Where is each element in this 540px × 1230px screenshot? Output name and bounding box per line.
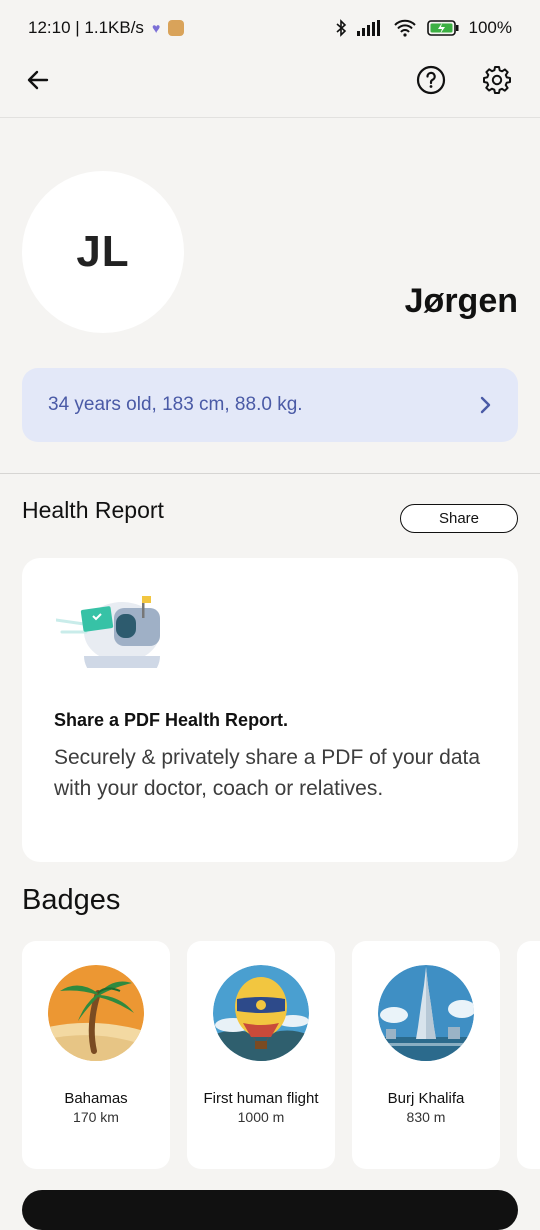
badge-value: 830 m (406, 1109, 446, 1125)
mailbox-illustration-icon (56, 596, 160, 668)
report-card-description: Securely & privately share a PDF of your… (54, 746, 481, 800)
back-button[interactable] (18, 60, 58, 100)
battery-percent: 100% (468, 18, 512, 37)
report-card-title: Share a PDF Health Report. (54, 710, 289, 730)
badge-name: First human flight (203, 1090, 319, 1107)
settings-button[interactable] (477, 60, 517, 100)
badge-value: 1000 m (237, 1109, 285, 1125)
profile-stats-button[interactable]: 34 years old, 183 cm, 88.0 kg. (22, 368, 518, 442)
wifi-icon (393, 19, 416, 37)
status-bar: 12:10 | 1.1KB/s ♥ 100% (0, 0, 540, 56)
app-icon (168, 20, 185, 36)
user-name: Jørgen (404, 282, 518, 320)
palm-tree-badge-icon (48, 965, 144, 1061)
signal-icon (356, 20, 380, 36)
health-report-card[interactable]: Share a PDF Health Report. Securely & pr… (22, 558, 518, 862)
avatar-initials: JL (76, 227, 130, 276)
help-button[interactable] (411, 60, 451, 100)
battery-icon (426, 20, 459, 36)
chevron-right-icon (480, 396, 491, 414)
arrow-left-icon (27, 70, 49, 90)
badge-card-burj-khalifa[interactable]: Burj Khalifa 830 m (352, 941, 500, 1169)
health-report-title: Health Report (22, 497, 164, 523)
badge-name: Burj Khalifa (387, 1090, 465, 1107)
badge-value: 170 km (73, 1109, 119, 1125)
help-circle-icon (416, 65, 446, 95)
badges-title: Badges (22, 884, 121, 916)
badge-name: Bahamas (64, 1090, 128, 1107)
bottom-action-bar[interactable] (22, 1190, 518, 1230)
heart-icon: ♥ (151, 20, 161, 36)
profile-stats-text: 34 years old, 183 cm, 88.0 kg. (48, 394, 303, 415)
badge-card-first-human-flight[interactable]: First human flight 1000 m (187, 941, 335, 1169)
gear-icon (483, 66, 511, 94)
status-time-speed: 12:10 | 1.1KB/s (28, 18, 144, 37)
section-divider (0, 473, 540, 474)
badges-carousel[interactable]: Bahamas 170 km First human flight 1000 m (22, 941, 540, 1169)
badge-card-bahamas[interactable]: Bahamas 170 km (22, 941, 170, 1169)
share-button[interactable]: Share (400, 504, 518, 533)
top-app-bar (0, 56, 540, 118)
badge-card-partial[interactable] (517, 941, 540, 1169)
bluetooth-icon (335, 19, 346, 37)
tower-badge-icon (378, 965, 474, 1061)
hot-air-balloon-badge-icon (213, 965, 309, 1061)
avatar[interactable]: JL (22, 171, 184, 333)
